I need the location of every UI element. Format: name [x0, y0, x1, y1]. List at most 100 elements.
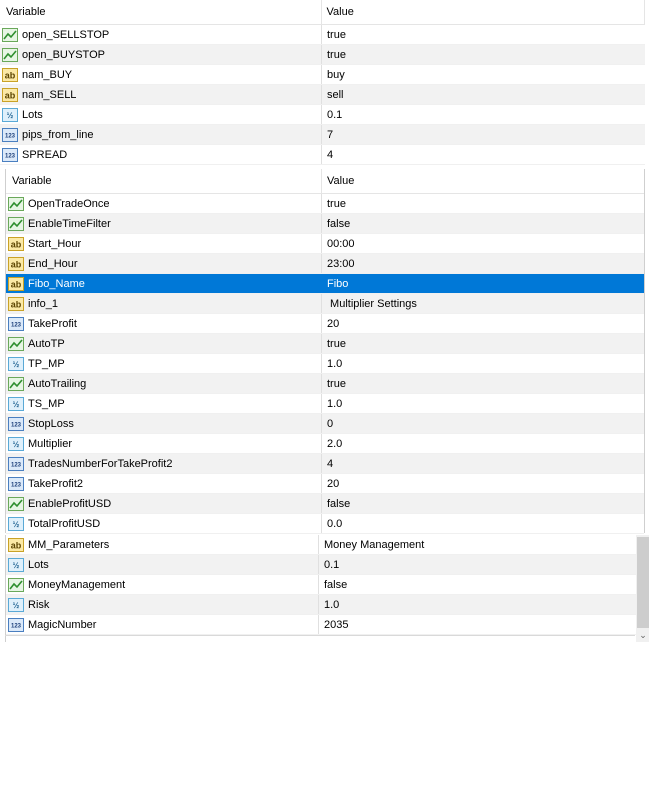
variable-cell: open_BUYSTOP	[0, 45, 322, 64]
value-cell[interactable]: 4	[322, 454, 644, 473]
chevron-down-icon[interactable]: ⌄	[636, 629, 649, 642]
value-cell[interactable]: Money Management	[319, 535, 636, 554]
string-ab-icon: ab	[2, 67, 18, 82]
table-row[interactable]: ½ Multiplier 2.0	[6, 434, 644, 454]
value-cell[interactable]: false	[319, 575, 636, 594]
value-cell[interactable]: false	[322, 494, 644, 513]
value-cell[interactable]: 2.0	[322, 434, 644, 453]
table-row[interactable]: 123 MagicNumber 2035	[6, 615, 636, 635]
value-cell[interactable]: 1.0	[322, 354, 644, 373]
table-row[interactable]: ½ Lots 0.1	[6, 555, 636, 575]
table-row[interactable]: ½ Risk 1.0	[6, 595, 636, 615]
variable-cell: EnableTimeFilter	[6, 214, 322, 233]
svg-text:ab: ab	[11, 239, 22, 249]
table-row[interactable]: EnableProfitUSD false	[6, 494, 644, 514]
value-cell[interactable]: 0.0	[322, 514, 644, 533]
table-row[interactable]: ab nam_SELL sell	[0, 85, 645, 105]
table-row[interactable]: 123 StopLoss 0	[6, 414, 644, 434]
table-row[interactable]: open_SELLSTOP true	[0, 25, 645, 45]
vertical-scrollbar[interactable]: ⌄	[636, 535, 649, 642]
table-row[interactable]: ½ TotalProfitUSD 0.0	[6, 514, 644, 534]
svg-text:½: ½	[13, 520, 20, 529]
table-row[interactable]: ab End_Hour 23:00	[6, 254, 644, 274]
value-cell[interactable]: Fibo	[322, 274, 644, 293]
grid-list: ab MM_Parameters Money Management ½ Lots 0.1 M…	[6, 535, 636, 635]
bool-chart-icon	[2, 47, 18, 62]
string-ab-icon: ab	[8, 256, 24, 271]
int-123-icon: 123	[8, 617, 24, 632]
svg-text:ab: ab	[11, 279, 22, 289]
value-cell[interactable]: 4	[322, 145, 645, 164]
table-row[interactable]: ½ TP_MP 1.0	[6, 354, 644, 374]
value-cell[interactable]: 00:00	[322, 234, 644, 253]
variable-name: End_Hour	[28, 257, 78, 270]
table-row[interactable]: OpenTradeOnce true	[6, 194, 644, 214]
table-row[interactable]: 123 pips_from_line 7	[0, 125, 645, 145]
variable-name: Start_Hour	[28, 237, 82, 250]
variable-cell: ½ TS_MP	[6, 394, 322, 413]
svg-text:123: 123	[11, 482, 22, 488]
table-row[interactable]: ab nam_BUY buy	[0, 65, 645, 85]
variable-name: SPREAD	[22, 148, 68, 161]
table-row[interactable]: AutoTP true	[6, 334, 644, 354]
scrollbar-thumb[interactable]	[637, 537, 649, 628]
value-cell[interactable]: 1.0	[322, 394, 644, 413]
variable-cell: 123 MagicNumber	[6, 615, 319, 634]
table-row[interactable]: 123 TakeProfit 20	[6, 314, 644, 334]
value-cell[interactable]: 7	[322, 125, 645, 144]
value-cell[interactable]: 23:00	[322, 254, 644, 273]
table-row[interactable]: ab Start_Hour 00:00	[6, 234, 644, 254]
value-cell[interactable]: 2035	[319, 615, 636, 634]
svg-text:ab: ab	[5, 70, 16, 80]
value-cell[interactable]: true	[322, 374, 644, 393]
variable-cell: AutoTP	[6, 334, 322, 353]
variable-name: OpenTradeOnce	[28, 197, 110, 210]
value-cell[interactable]: false	[322, 214, 644, 233]
variable-name: StopLoss	[28, 417, 74, 430]
column-header-variable[interactable]: Variable	[6, 169, 322, 193]
table-row[interactable]: ab Fibo_Name Fibo	[6, 274, 644, 294]
value-cell[interactable]: true	[322, 25, 645, 44]
table-row[interactable]: ab MM_Parameters Money Management	[6, 535, 636, 555]
double-fraction-icon: ½	[8, 356, 24, 371]
double-fraction-icon: ½	[8, 436, 24, 451]
value-cell[interactable]: true	[322, 45, 645, 64]
table-row[interactable]: ½ TS_MP 1.0	[6, 394, 644, 414]
value-cell[interactable]: 0.1	[319, 555, 636, 574]
variable-name: Fibo_Name	[28, 277, 85, 290]
value-cell[interactable]: Multiplier Settings	[322, 294, 644, 313]
variable-name: Lots	[28, 558, 49, 571]
table-row[interactable]: ½ Lots 0.1	[0, 105, 645, 125]
value-cell[interactable]: 0	[322, 414, 644, 433]
value-cell[interactable]: buy	[322, 65, 645, 84]
column-header-variable[interactable]: Variable	[0, 0, 322, 24]
table-row[interactable]: 123 TradesNumberForTakeProfit2 4	[6, 454, 644, 474]
table-row[interactable]: ab info_1 Multiplier Settings	[6, 294, 644, 314]
svg-text:123: 123	[11, 422, 22, 428]
value-cell[interactable]: true	[322, 194, 644, 213]
svg-text:ab: ab	[11, 540, 22, 550]
value-cell[interactable]: sell	[322, 85, 645, 104]
table-row[interactable]: 123 TakeProfit2 20	[6, 474, 644, 494]
column-header-value[interactable]: Value	[322, 0, 645, 24]
variable-cell: 123 SPREAD	[0, 145, 322, 164]
variable-name: AutoTP	[28, 337, 65, 350]
double-fraction-icon: ½	[8, 557, 24, 572]
value-cell[interactable]: 1.0	[319, 595, 636, 614]
table-row[interactable]: MoneyManagement false	[6, 575, 636, 595]
table-row[interactable]: open_BUYSTOP true	[0, 45, 645, 65]
variable-cell: 123 StopLoss	[6, 414, 322, 433]
variable-cell: 123 pips_from_line	[0, 125, 322, 144]
table-row[interactable]: 123 SPREAD 4	[0, 145, 645, 165]
value-cell[interactable]: 20	[322, 474, 644, 493]
table-row[interactable]: EnableTimeFilter false	[6, 214, 644, 234]
column-header-value[interactable]: Value	[322, 169, 644, 193]
variable-cell: ab End_Hour	[6, 254, 322, 273]
inputs-grid-1: Variable Value open_SELLSTOP true open_BUY…	[0, 0, 645, 165]
value-cell[interactable]: 0.1	[322, 105, 645, 124]
value-cell[interactable]: true	[322, 334, 644, 353]
variable-name: Multiplier	[28, 437, 73, 450]
table-row[interactable]: AutoTrailing true	[6, 374, 644, 394]
svg-text:½: ½	[13, 440, 20, 449]
value-cell[interactable]: 20	[322, 314, 644, 333]
